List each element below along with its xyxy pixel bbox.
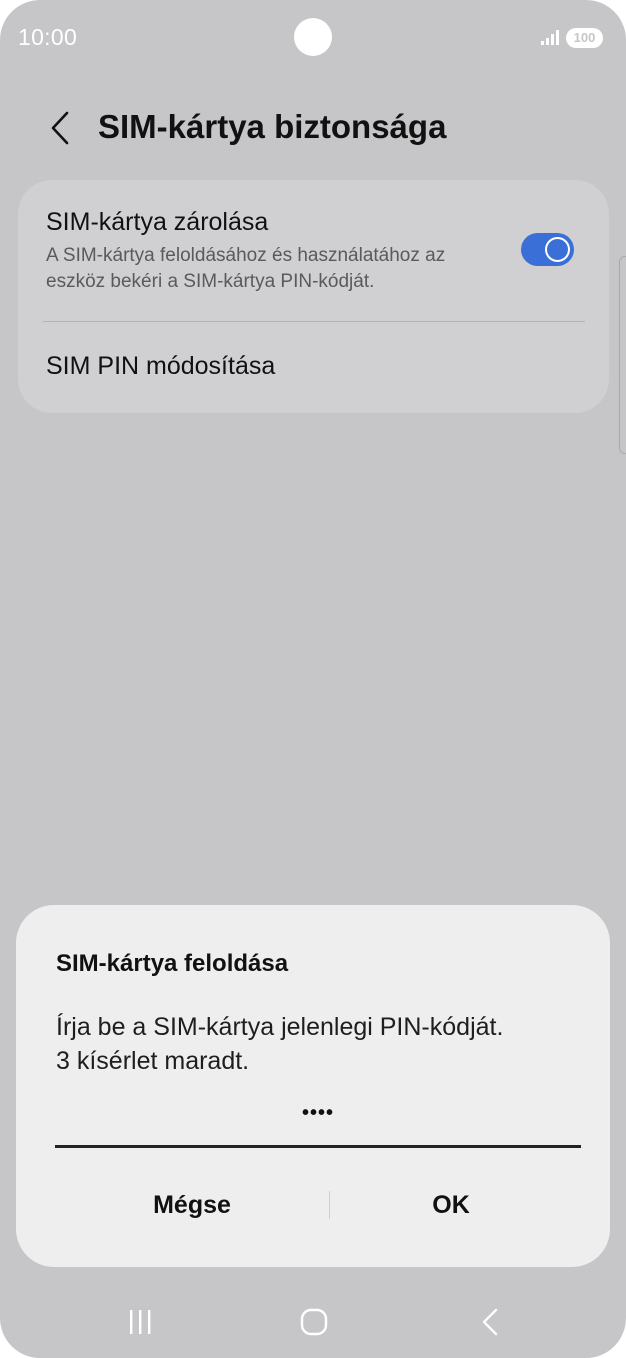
- dialog-message-line2: 3 kísérlet maradt.: [56, 1047, 250, 1075]
- recents-button[interactable]: [110, 1300, 170, 1344]
- page-title: SIM-kártya biztonsága: [98, 108, 447, 145]
- dialog-message-line1: Írja be a SIM-kártya jelenlegi PIN-kódjá…: [56, 1013, 504, 1041]
- dialog-message: Írja be a SIM-kártya jelenlegi PIN-kódjá…: [56, 1010, 503, 1078]
- phone-screen: 10:00 100 SIM-kártya biztonsága SIM-kárt…: [0, 0, 626, 1358]
- pin-input[interactable]: ••••: [55, 1095, 581, 1148]
- chevron-left-icon: [51, 111, 69, 145]
- change-pin-row[interactable]: SIM PIN módosítása: [18, 322, 609, 413]
- home-icon: [300, 1308, 328, 1336]
- settings-card: SIM-kártya zárolása A SIM-kártya feloldá…: [18, 180, 609, 413]
- sim-lock-description: A SIM-kártya feloldásához és használatáh…: [46, 245, 446, 292]
- battery-icon: 100: [566, 28, 603, 48]
- edge-panel-handle[interactable]: [619, 256, 626, 454]
- sim-lock-toggle[interactable]: [521, 233, 574, 266]
- dialog-title: SIM-kártya feloldása: [56, 950, 289, 977]
- home-button[interactable]: [284, 1300, 344, 1344]
- signal-icon: [540, 28, 562, 46]
- ok-button[interactable]: OK: [331, 1175, 571, 1235]
- status-time: 10:00: [18, 24, 78, 50]
- back-icon: [482, 1308, 498, 1336]
- front-camera: [294, 18, 332, 56]
- recents-icon: [130, 1310, 151, 1334]
- button-separator: [329, 1191, 330, 1219]
- sim-lock-row[interactable]: SIM-kártya zárolása A SIM-kártya feloldá…: [18, 180, 609, 322]
- back-button[interactable]: [40, 106, 80, 150]
- unlock-dialog: SIM-kártya feloldása Írja be a SIM-kárty…: [16, 905, 610, 1267]
- cancel-button[interactable]: Mégse: [56, 1175, 328, 1235]
- nav-back-button[interactable]: [460, 1300, 520, 1344]
- toggle-knob: [545, 237, 570, 262]
- change-pin-title: SIM PIN módosítása: [46, 352, 276, 380]
- sim-lock-title: SIM-kártya zárolása: [46, 208, 269, 236]
